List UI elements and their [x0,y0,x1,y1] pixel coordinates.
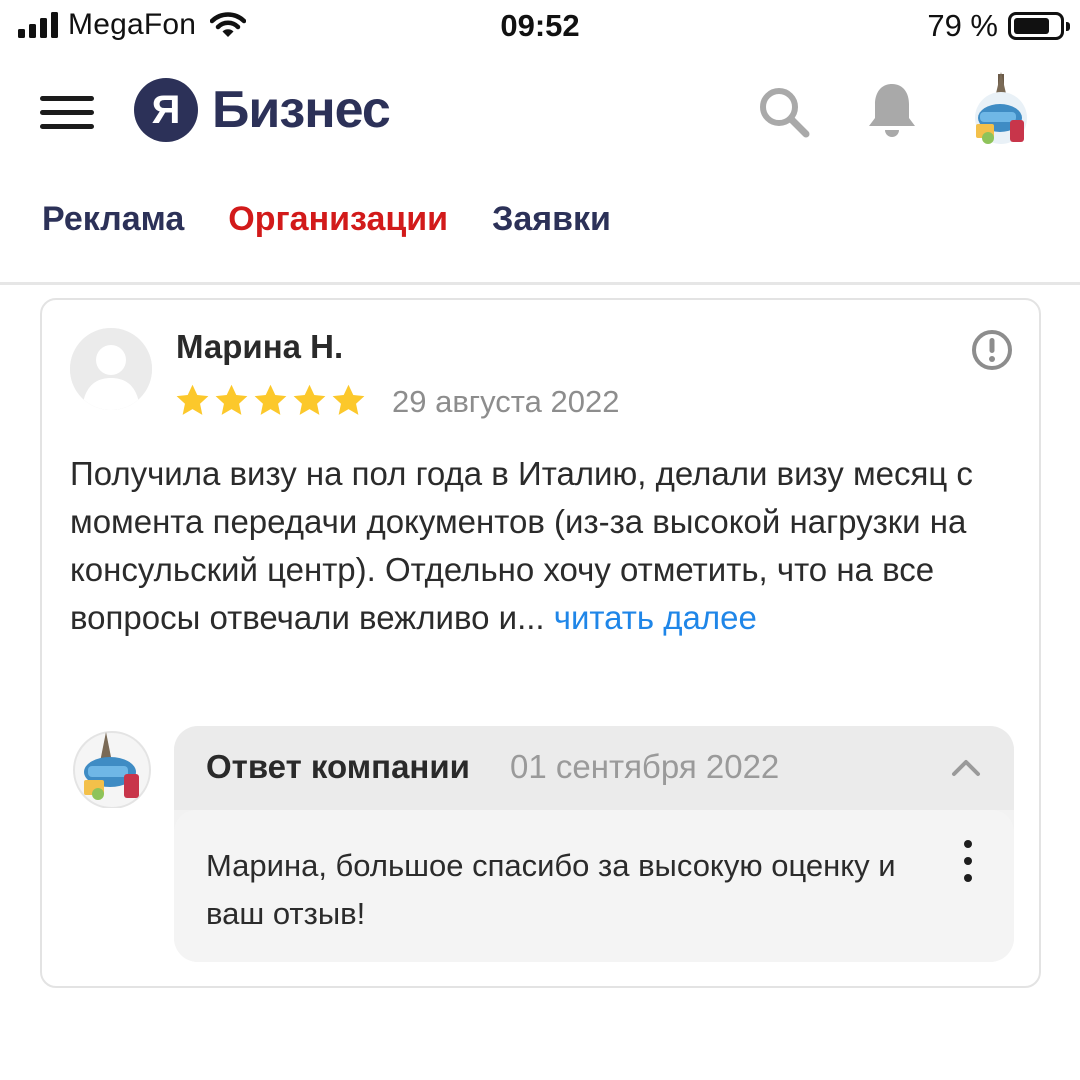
app-header: Я Бизнес [0,64,1080,164]
reviewer-avatar [70,328,152,410]
more-vertical-icon[interactable] [960,840,976,886]
rating-stars [174,382,367,419]
read-more-link[interactable]: читать далее [554,599,757,636]
reviewer-name: Марина Н. [176,328,344,365]
tab-requests[interactable]: Заявки [492,200,611,239]
tab-advertising[interactable]: Реклама [42,200,184,239]
answer-title: Ответ компании [206,748,470,785]
battery-icon [1008,12,1070,40]
answer-body: Марина, большое спасибо за высокую оценк… [174,810,1014,962]
status-right: 79 % [927,8,1070,44]
review-card: Марина Н. 29 августа 2022 Получила визу … [40,298,1041,988]
screen: MegaFon 09:52 79 % Я Бизнес Реклама Орга… [0,0,1080,1080]
chevron-up-icon[interactable] [948,750,984,786]
review-text: Получила визу на пол года в Италию, дела… [70,450,1020,642]
logo[interactable]: Я Бизнес [134,78,391,142]
bell-icon[interactable] [866,80,918,140]
tab-bar: Реклама Организации Заявки [42,200,611,239]
logo-text: Бизнес [212,81,391,139]
star-icon [176,384,209,415]
company-answer: Ответ компании 01 сентября 2022 Марина, … [174,726,1014,962]
star-icon [215,384,248,415]
star-icon [332,384,365,415]
star-icon [293,384,326,415]
report-icon[interactable] [970,328,1014,372]
tab-organizations[interactable]: Организации [228,200,448,239]
answer-text: Марина, большое спасибо за высокую оценк… [206,848,896,931]
avatar[interactable] [966,72,1036,152]
review-body: Получила визу на пол года в Италию, дела… [70,455,973,636]
battery-percent: 79 % [927,8,998,43]
logo-mark: Я [134,78,198,142]
star-icon [254,384,287,415]
search-icon[interactable] [756,84,812,140]
status-bar: MegaFon 09:52 79 % [0,0,1080,56]
status-time: 09:52 [500,8,580,43]
battery-level [1014,18,1049,34]
review-date: 29 августа 2022 [392,384,620,419]
answer-date: 01 сентября 2022 [510,748,780,785]
answer-header[interactable]: Ответ компании 01 сентября 2022 [174,726,1014,810]
company-avatar [73,731,151,808]
tabs-divider [0,282,1080,285]
menu-icon[interactable] [40,94,96,130]
